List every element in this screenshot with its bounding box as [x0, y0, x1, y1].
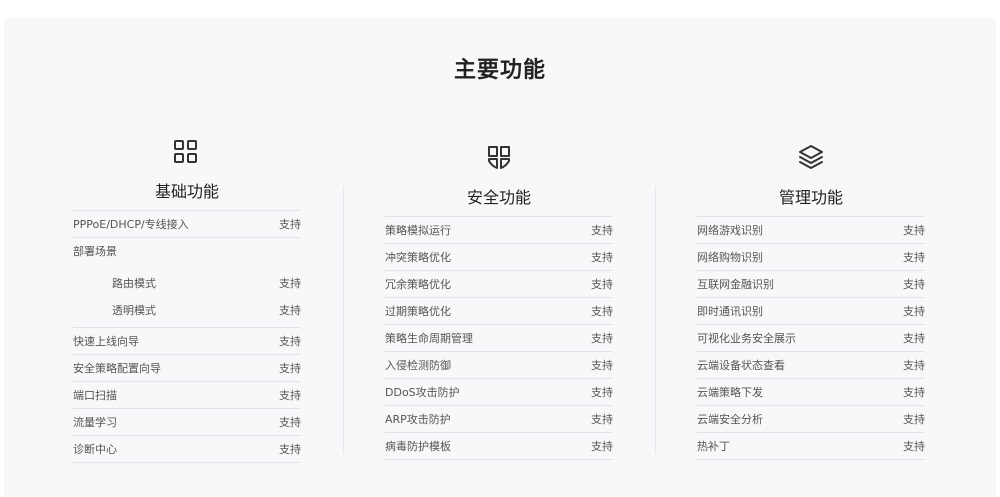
feature-label: 即时通讯识别	[697, 305, 763, 318]
feature-label: 策略生命周期管理	[385, 332, 473, 345]
table-row: 冗余策略优化 支持	[385, 271, 613, 298]
support-value: 支持	[903, 332, 925, 345]
feature-label: 冲突策略优化	[385, 251, 451, 264]
table-row: 网络购物识别 支持	[697, 244, 925, 271]
table-row: 过期策略优化 支持	[385, 298, 613, 325]
table-row: 互联网金融识别 支持	[697, 271, 925, 298]
feature-list: PPPoE/DHCP/专线接入 支持 部署场景 路由模式 支持 透明模式 支持 快速上…	[73, 210, 301, 463]
feature-label: 透明模式	[112, 304, 156, 317]
table-row: 流量学习 支持	[73, 409, 301, 436]
feature-label: 云端设备状态查看	[697, 359, 785, 372]
feature-list: 网络游戏识别 支持 网络购物识别 支持 互联网金融识别 支持 即时通讯识别 支持 可视化…	[697, 216, 925, 460]
support-value: 支持	[279, 335, 301, 348]
support-value: 支持	[279, 304, 301, 317]
support-value: 支持	[591, 332, 613, 345]
table-row: 快速上线向导 支持	[73, 328, 301, 355]
support-value: 支持	[591, 386, 613, 399]
table-row: 诊断中心 支持	[73, 436, 301, 463]
table-row: 透明模式 支持	[73, 297, 301, 328]
table-row: 云端安全分析 支持	[697, 406, 925, 433]
table-row: 端口扫描 支持	[73, 382, 301, 409]
feature-label: 云端策略下发	[697, 386, 763, 399]
table-row: DDoS攻击防护 支持	[385, 379, 613, 406]
feature-label: 部署场景	[73, 245, 117, 258]
table-row: 路由模式 支持	[73, 270, 301, 297]
support-value: 支持	[591, 224, 613, 237]
support-value: 支持	[903, 305, 925, 318]
table-row: 安全策略配置向导 支持	[73, 355, 301, 382]
table-row: 云端设备状态查看 支持	[697, 352, 925, 379]
support-value: 支持	[279, 389, 301, 402]
table-row: 策略模拟运行 支持	[385, 217, 613, 244]
layers-icon	[796, 142, 826, 172]
feature-label: ARP攻击防护	[385, 413, 451, 426]
feature-label: 云端安全分析	[697, 413, 763, 426]
support-value: 支持	[279, 416, 301, 429]
support-value: 支持	[903, 359, 925, 372]
support-value: 支持	[903, 440, 925, 453]
table-row: 入侵检测防御 支持	[385, 352, 613, 379]
feature-label: 冗余策略优化	[385, 278, 451, 291]
feature-label: 端口扫描	[73, 389, 117, 402]
feature-label: 诊断中心	[73, 443, 117, 456]
feature-label: 过期策略优化	[385, 305, 451, 318]
support-value: 支持	[903, 413, 925, 426]
feature-label: 热补丁	[697, 440, 730, 453]
support-value: 支持	[279, 218, 301, 231]
feature-label: 流量学习	[73, 416, 117, 429]
column-divider	[655, 186, 656, 454]
support-value: 支持	[279, 443, 301, 456]
feature-list: 策略模拟运行 支持 冲突策略优化 支持 冗余策略优化 支持 过期策略优化 支持 策略生命…	[385, 216, 613, 460]
support-value: 支持	[279, 277, 301, 290]
feature-label: 网络游戏识别	[697, 224, 763, 237]
table-row: PPPoE/DHCP/专线接入 支持	[73, 211, 301, 238]
table-row: 冲突策略优化 支持	[385, 244, 613, 271]
support-value: 支持	[903, 278, 925, 291]
support-value: 支持	[903, 251, 925, 264]
support-value: 支持	[591, 359, 613, 372]
grid-icon	[171, 137, 201, 167]
support-value: 支持	[591, 413, 613, 426]
support-value: 支持	[591, 278, 613, 291]
column-title: 管理功能	[778, 188, 843, 207]
feature-label: 可视化业务安全展示	[697, 332, 796, 345]
table-row: ARP攻击防护 支持	[385, 406, 613, 433]
table-row: 网络游戏识别 支持	[697, 217, 925, 244]
table-row: 云端策略下发 支持	[697, 379, 925, 406]
support-value: 支持	[591, 305, 613, 318]
column-title: 基础功能	[154, 182, 219, 201]
table-row: 可视化业务安全展示 支持	[697, 325, 925, 352]
support-value: 支持	[591, 440, 613, 453]
feature-label: 快速上线向导	[73, 335, 139, 348]
support-value: 支持	[903, 224, 925, 237]
feature-label: 病毒防护模板	[385, 440, 451, 453]
feature-label: 互联网金融识别	[697, 278, 774, 291]
section-title: 主要功能	[453, 58, 546, 83]
table-row: 策略生命周期管理 支持	[385, 325, 613, 352]
table-row: 即时通讯识别 支持	[697, 298, 925, 325]
feature-label: 策略模拟运行	[385, 224, 451, 237]
feature-label: PPPoE/DHCP/专线接入	[73, 218, 189, 231]
column-title: 安全功能	[466, 188, 531, 207]
feature-label: 网络购物识别	[697, 251, 763, 264]
feature-label: DDoS攻击防护	[385, 386, 460, 399]
support-value: 支持	[903, 386, 925, 399]
table-row: 部署场景	[73, 238, 301, 265]
shield-icon	[484, 142, 514, 172]
feature-label: 安全策略配置向导	[73, 362, 161, 375]
table-row: 热补丁 支持	[697, 433, 925, 460]
feature-label: 入侵检测防御	[385, 359, 451, 372]
column-divider	[343, 186, 344, 454]
support-value: 支持	[591, 251, 613, 264]
table-row: 病毒防护模板 支持	[385, 433, 613, 460]
support-value: 支持	[279, 362, 301, 375]
feature-label: 路由模式	[112, 277, 156, 290]
